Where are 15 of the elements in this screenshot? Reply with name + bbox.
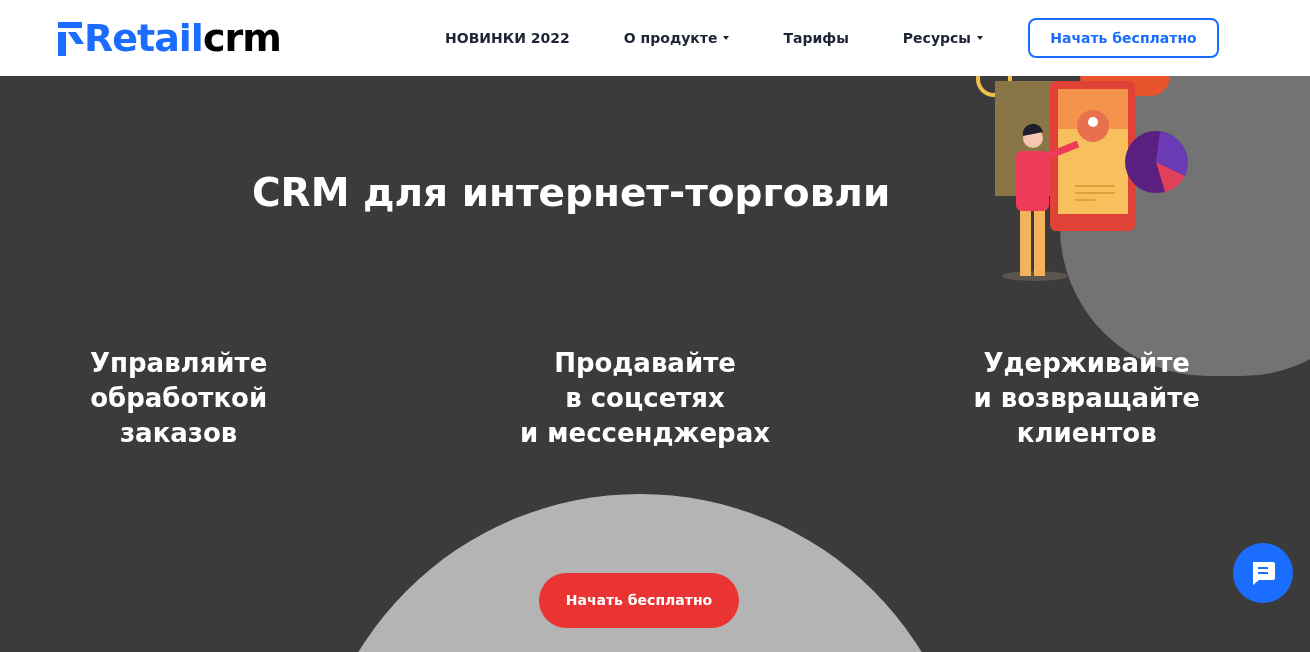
retailcrm-logo[interactable]: Retailcrm <box>58 19 281 57</box>
start-free-button[interactable]: Начать бесплатно <box>1028 18 1219 58</box>
feature-text: Удерживайте и возвращайте клиентов <box>973 347 1200 450</box>
caret-icon <box>723 36 730 40</box>
nav-link[interactable]: О продукте <box>596 27 757 49</box>
caret-icon <box>977 36 983 40</box>
feature-text: Продавайте в соцсетях и мессенджерах <box>520 347 770 450</box>
hero-title: CRM для интернет-торговли <box>252 169 891 212</box>
nav-link[interactable]: Тарифы <box>756 27 876 49</box>
logo-r-icon <box>58 22 84 56</box>
feature-text: Управляйте обработкой заказов <box>90 347 268 450</box>
start-free-button[interactable]: Начать бесплатно <box>539 573 739 628</box>
chat-button[interactable] <box>1233 543 1293 603</box>
nav-link[interactable]: Ресурсы <box>875 27 1010 49</box>
nav-link[interactable]: НОВИНКИ 2022 <box>418 27 597 49</box>
